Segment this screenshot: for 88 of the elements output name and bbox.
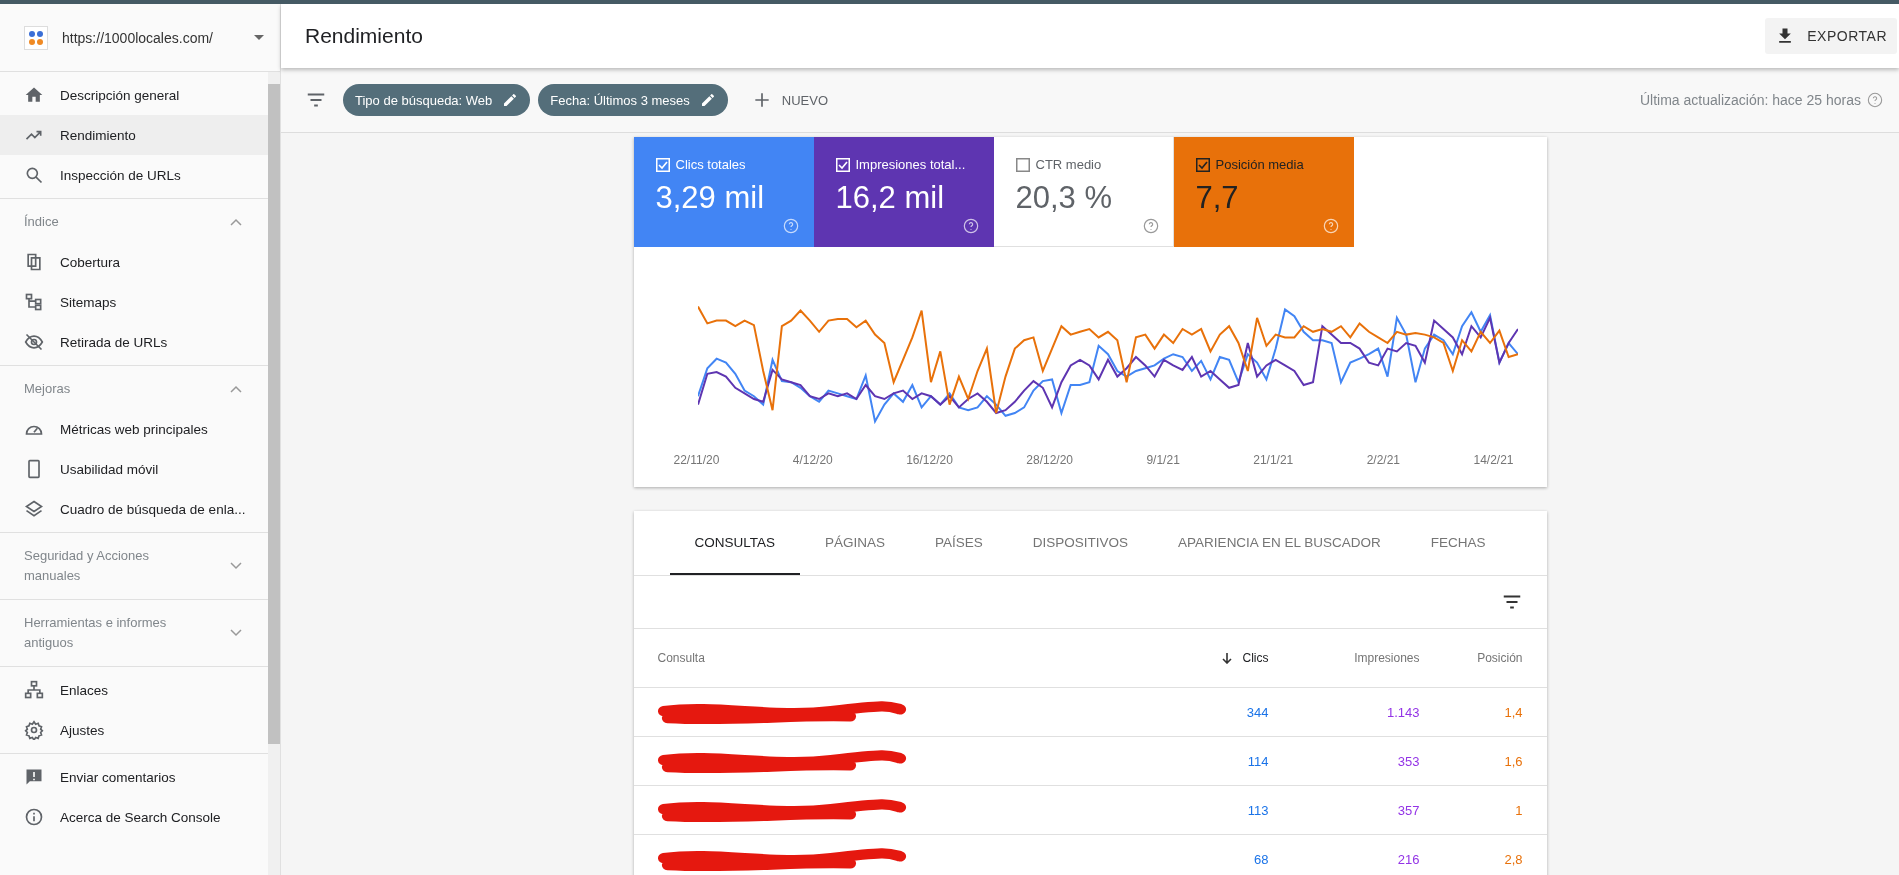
checkbox-icon bbox=[1195, 157, 1210, 172]
layers-icon bbox=[24, 499, 44, 519]
metric-value: 20,3 % bbox=[1015, 180, 1113, 216]
axis-label: 22/11/20 bbox=[673, 453, 720, 467]
table-cell-text: 357 bbox=[1396, 802, 1420, 818]
metric-tile[interactable]: Clics totales 3,29 mil bbox=[633, 137, 814, 247]
checkbox-icon bbox=[655, 157, 670, 172]
checkbox-icon bbox=[1015, 157, 1030, 172]
links-icon bbox=[24, 680, 44, 700]
scrollbar[interactable] bbox=[268, 72, 280, 875]
last-update-text: Última actualización: hace 25 horas bbox=[1640, 92, 1861, 108]
sidebar-item[interactable]: Inspección de URLs bbox=[0, 155, 268, 195]
tab[interactable]: FECHAS bbox=[1405, 511, 1511, 575]
checkbox-icon bbox=[835, 157, 850, 172]
axis-label: 2/2/21 bbox=[1366, 453, 1401, 467]
sidebar-item[interactable]: Retirada de URLs bbox=[0, 322, 268, 362]
site-logo-icon bbox=[24, 25, 48, 50]
metric-label: CTR medio bbox=[1035, 157, 1102, 172]
sidebar-item[interactable]: Cuadro de búsqueda de enla... bbox=[0, 489, 268, 529]
tab[interactable]: PAÍSES bbox=[910, 511, 1008, 575]
metric-value: 7,7 bbox=[1195, 180, 1240, 216]
column-header[interactable]: Posición bbox=[1419, 651, 1523, 665]
metric-tile[interactable]: CTR medio 20,3 % bbox=[993, 137, 1174, 247]
dropdown-caret-icon[interactable] bbox=[254, 35, 264, 40]
metric-tile[interactable]: Posición media 7,7 bbox=[1173, 137, 1354, 247]
help-icon[interactable] bbox=[1142, 218, 1159, 234]
section-header[interactable]: Herramientas e informes antiguos bbox=[0, 603, 268, 663]
pencil-icon bbox=[699, 92, 716, 108]
metric-label: Clics totales bbox=[675, 157, 746, 172]
table-cell-text: 114 bbox=[1246, 753, 1269, 769]
tab[interactable]: PÁGINAS bbox=[800, 511, 911, 575]
property-selector[interactable]: https://1000locales.com/ bbox=[62, 29, 254, 46]
axis-label: 4/12/20 bbox=[792, 453, 833, 467]
tab[interactable]: DISPOSITIVOS bbox=[1007, 511, 1154, 575]
sidebar-item[interactable]: Sitemaps bbox=[0, 282, 268, 322]
table-cell-text: 2,8 bbox=[1503, 851, 1523, 867]
gear-icon bbox=[24, 720, 44, 740]
new-filter-button[interactable]: NUEVO bbox=[745, 89, 834, 111]
info-icon bbox=[24, 807, 44, 827]
tab[interactable]: APARIENCIA EN EL BUSCADOR bbox=[1153, 511, 1406, 575]
search-icon bbox=[24, 165, 44, 185]
sidebar-item[interactable]: Enlaces bbox=[0, 670, 268, 710]
section-header[interactable]: Índice bbox=[0, 202, 268, 242]
table-cell-text: 113 bbox=[1246, 802, 1269, 818]
filter-chip[interactable]: Tipo de búsqueda: Web bbox=[343, 84, 531, 116]
axis-label: 28/12/20 bbox=[1026, 453, 1074, 467]
metric-label: Impresiones total... bbox=[855, 157, 966, 172]
metric-value: 16,2 mil bbox=[835, 180, 946, 216]
section-header[interactable]: Seguridad y Acciones manuales bbox=[0, 536, 268, 596]
sitemap-icon bbox=[24, 292, 44, 312]
sidebar-item[interactable]: Rendimiento bbox=[0, 115, 268, 155]
metric-label: Posición media bbox=[1215, 157, 1304, 172]
sidebar-item[interactable]: Enviar comentarios bbox=[0, 757, 268, 797]
table-cell-text: 68 bbox=[1253, 851, 1269, 867]
axis-label: 9/1/21 bbox=[1146, 453, 1180, 467]
help-icon[interactable] bbox=[1867, 92, 1883, 108]
tab[interactable]: CONSULTAS bbox=[669, 511, 800, 575]
table-cell-text: 353 bbox=[1396, 753, 1420, 769]
metric-value: 3,29 mil bbox=[655, 180, 766, 216]
sidebar-item[interactable]: Acerca de Search Console bbox=[0, 797, 268, 837]
axis-label: 21/1/21 bbox=[1253, 453, 1294, 467]
sidebar-item[interactable]: Descripción general bbox=[0, 75, 268, 115]
sidebar-item[interactable]: Métricas web principales bbox=[0, 409, 268, 449]
sidebar-item[interactable]: Cobertura bbox=[0, 242, 268, 282]
sort-arrow-icon bbox=[1220, 652, 1233, 664]
column-header[interactable]: Impresiones bbox=[1268, 651, 1420, 665]
section-header[interactable]: Mejoras bbox=[0, 369, 268, 409]
column-header[interactable]: Consulta bbox=[657, 651, 1018, 665]
table-cell-text: 1,4 bbox=[1503, 704, 1523, 720]
table-cell-text: 216 bbox=[1396, 851, 1420, 867]
table-cell-text: 344 bbox=[1245, 704, 1269, 720]
sidebar-item[interactable]: Usabilidad móvil bbox=[0, 449, 268, 489]
axis-label: 16/12/20 bbox=[906, 453, 953, 467]
sidebar-item[interactable]: Ajustes bbox=[0, 710, 268, 750]
filter-chip[interactable]: Fecha: Últimos 3 meses bbox=[538, 84, 728, 116]
column-header[interactable]: Clics bbox=[1017, 651, 1269, 665]
page-title: Rendimiento bbox=[305, 24, 423, 48]
table-cell-text: 1 bbox=[1514, 802, 1523, 818]
pencil-icon bbox=[502, 92, 519, 108]
copy-icon bbox=[24, 252, 44, 272]
eyeoff-icon bbox=[24, 332, 44, 352]
metric-tile[interactable]: Impresiones total... 16,2 mil bbox=[813, 137, 994, 247]
feedback-icon bbox=[24, 767, 44, 787]
export-button[interactable]: EXPORTAR bbox=[1765, 18, 1897, 54]
home-icon bbox=[24, 85, 44, 105]
table-cell-text: 1.143 bbox=[1385, 704, 1420, 720]
axis-label: 14/2/21 bbox=[1473, 453, 1514, 467]
table-cell-text: 1,6 bbox=[1503, 753, 1523, 769]
